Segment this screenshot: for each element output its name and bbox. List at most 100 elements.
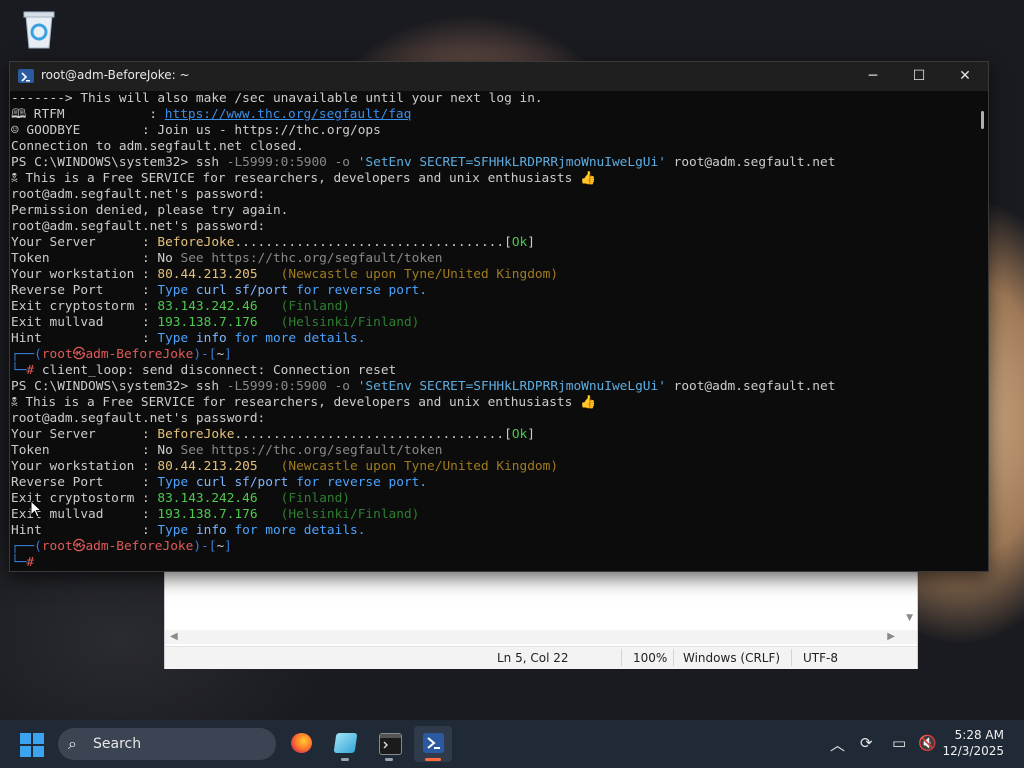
scroll-down-arrow-icon[interactable]: ▼: [906, 613, 913, 623]
vertical-scrollbar-thumb[interactable]: [981, 111, 984, 129]
terminal-text: root@adm.segfault.net's password:: [11, 219, 266, 234]
terminal-text: client_loop: send disconnect: Connection…: [41, 363, 397, 378]
terminal-text: info: [195, 331, 227, 346]
terminal-line: Your Server : BeforeJoke................…: [11, 427, 974, 443]
terminal-text: Hint :: [11, 523, 158, 538]
update-icon[interactable]: ⟳: [860, 734, 873, 752]
status-divider: [791, 649, 792, 666]
terminal-text: 🕱 This is a Free SERVICE for researchers…: [11, 171, 596, 186]
terminal-line: Exit mullvad : 193.138.7.176 (Helsinki/F…: [11, 507, 974, 523]
display-icon[interactable]: ▭: [892, 734, 906, 752]
terminal-text: Connection to adm.segfault.net closed.: [11, 139, 304, 154]
line-ending[interactable]: Windows (CRLF): [683, 651, 780, 665]
terminal-text: Exit mullvad :: [11, 315, 158, 330]
close-button[interactable]: ✕: [942, 62, 988, 91]
terminal-text: root㉿adm-BeforeJoke: [41, 347, 194, 362]
status-divider: [621, 649, 622, 666]
terminal-line: Exit cryptostorm : 83.143.242.46 (Finlan…: [11, 299, 974, 315]
notepad-button[interactable]: [326, 726, 364, 762]
terminal-text: for more details.: [226, 331, 366, 346]
terminal-text: root@adm.segfault.net: [665, 379, 836, 394]
search-box[interactable]: ⌕ Search: [58, 728, 276, 760]
terminal-line: Reverse Port : Type curl sf/port for rev…: [11, 283, 974, 299]
terminal-text: )-[: [193, 347, 217, 362]
terminal-text: PS C:\WINDOWS\system32> ssh: [11, 155, 227, 170]
powershell-icon: [423, 733, 444, 753]
clock[interactable]: 5:28 AM 12/3/2025: [942, 727, 1004, 759]
terminal-text: BeforeJoke: [157, 235, 235, 250]
minimize-button[interactable]: ─: [850, 62, 896, 91]
terminal-text: Type: [157, 283, 196, 298]
terminal-button[interactable]: [370, 726, 408, 762]
scroll-left-arrow-icon[interactable]: ◀: [170, 631, 178, 642]
title-bar[interactable]: root@adm-BeforeJoke: ~ ─ ☐ ✕: [10, 62, 988, 91]
terminal-line: Token : No See https://thc.org/segfault/…: [11, 443, 974, 459]
terminal-text: Type: [157, 523, 196, 538]
search-icon: ⌕: [68, 734, 77, 753]
recycle-bin-icon[interactable]: [20, 8, 58, 50]
terminal-text: 83.143.242.46: [157, 299, 281, 314]
terminal-link[interactable]: https://www.thc.org/segfault/faq: [165, 107, 412, 122]
firefox-icon: [291, 733, 312, 753]
notepad-status-bar: Ln 5, Col 22 100% Windows (CRLF) UTF-8: [165, 646, 917, 669]
terminal-text: (Finland): [280, 491, 351, 506]
terminal-text: 193.138.7.176: [157, 315, 281, 330]
terminal-text: ┌──(: [11, 539, 42, 554]
terminal-text: Your workstation :: [11, 267, 158, 282]
chevron-up-icon[interactable]: ︿: [830, 734, 845, 755]
firefox-button[interactable]: [282, 726, 320, 762]
terminal-line: ┌──(root㉿adm-BeforeJoke)-[~]: [11, 539, 974, 555]
start-button[interactable]: [20, 733, 44, 757]
terminal-line: Hint : Type info for more details.: [11, 331, 974, 347]
terminal-text: Type: [157, 331, 196, 346]
terminal-text: 80.44.213.205: [157, 267, 281, 282]
terminal-line: root@adm.segfault.net's password:: [11, 187, 974, 203]
scroll-right-arrow-icon[interactable]: ▶: [887, 631, 895, 642]
notepad-window[interactable]: ▼ ◀ ▶ Ln 5, Col 22 100% Windows (CRLF) U…: [164, 568, 918, 669]
terminal-text: See https://thc.org/segfault/token: [180, 443, 443, 458]
terminal-text: ]: [527, 427, 535, 442]
terminal-text: root@adm.segfault.net's password:: [11, 187, 266, 202]
terminal-text: -------> This will also make /sec unavai…: [11, 91, 543, 106]
mouse-pointer-icon: [30, 499, 43, 522]
terminal-output[interactable]: -------> This will also make /sec unavai…: [10, 91, 974, 571]
terminal-line: Hint : Type info for more details.: [11, 523, 974, 539]
terminal-text: Token : No: [11, 443, 181, 458]
speaker-muted-icon[interactable]: 🔇: [918, 734, 937, 752]
terminal-text: root㉿adm-BeforeJoke: [41, 539, 194, 554]
terminal-text: root@adm.segfault.net's password:: [11, 411, 266, 426]
terminal-text: curl sf/port: [195, 475, 289, 490]
terminal-text: Ok: [511, 235, 528, 250]
cursor-position: Ln 5, Col 22: [497, 651, 569, 665]
terminal-line: Token : No See https://thc.org/segfault/…: [11, 251, 974, 267]
terminal-line: Your workstation : 80.44.213.205 (Newcas…: [11, 459, 974, 475]
terminal-text: BeforeJoke: [157, 427, 235, 442]
terminal-text: -L5999:0:5900 -o: [226, 379, 358, 394]
terminal-text: ]: [224, 347, 232, 362]
terminal-line: Your Server : BeforeJoke................…: [11, 235, 974, 251]
terminal-line: 🕱 This is a Free SERVICE for researchers…: [11, 171, 974, 187]
terminal-text: info: [195, 523, 227, 538]
terminal-text: 83.143.242.46: [157, 491, 281, 506]
terminal-text: (Helsinki/Finland): [280, 507, 420, 522]
clock-time: 5:28 AM: [954, 728, 1004, 742]
clock-date: 12/3/2025: [942, 744, 1004, 758]
powershell-taskbar-button[interactable]: [414, 726, 452, 762]
terminal-text: ~: [216, 347, 225, 362]
terminal-text: (Newcastle upon Tyne/United Kingdom): [280, 267, 559, 282]
terminal-text: [: [504, 427, 512, 442]
terminal-text: Your Server :: [11, 235, 158, 250]
terminal-text: 🕮 RTFM :: [11, 107, 165, 122]
terminal-line: ┌──(root㉿adm-BeforeJoke)-[~]: [11, 347, 974, 363]
terminal-text: ...................................: [234, 235, 505, 250]
terminal-text: root@adm.segfault.net: [665, 155, 836, 170]
maximize-button[interactable]: ☐: [896, 62, 942, 91]
terminal-line: Exit cryptostorm : 83.143.242.46 (Finlan…: [11, 491, 974, 507]
status-divider: [673, 649, 674, 666]
horizontal-scrollbar[interactable]: [165, 630, 917, 644]
zoom-level[interactable]: 100%: [633, 651, 667, 665]
encoding[interactable]: UTF-8: [803, 651, 838, 665]
terminal-text: [: [504, 235, 512, 250]
terminal-text: #: [26, 555, 35, 570]
terminal-window[interactable]: root@adm-BeforeJoke: ~ ─ ☐ ✕ -------> Th…: [9, 61, 989, 572]
